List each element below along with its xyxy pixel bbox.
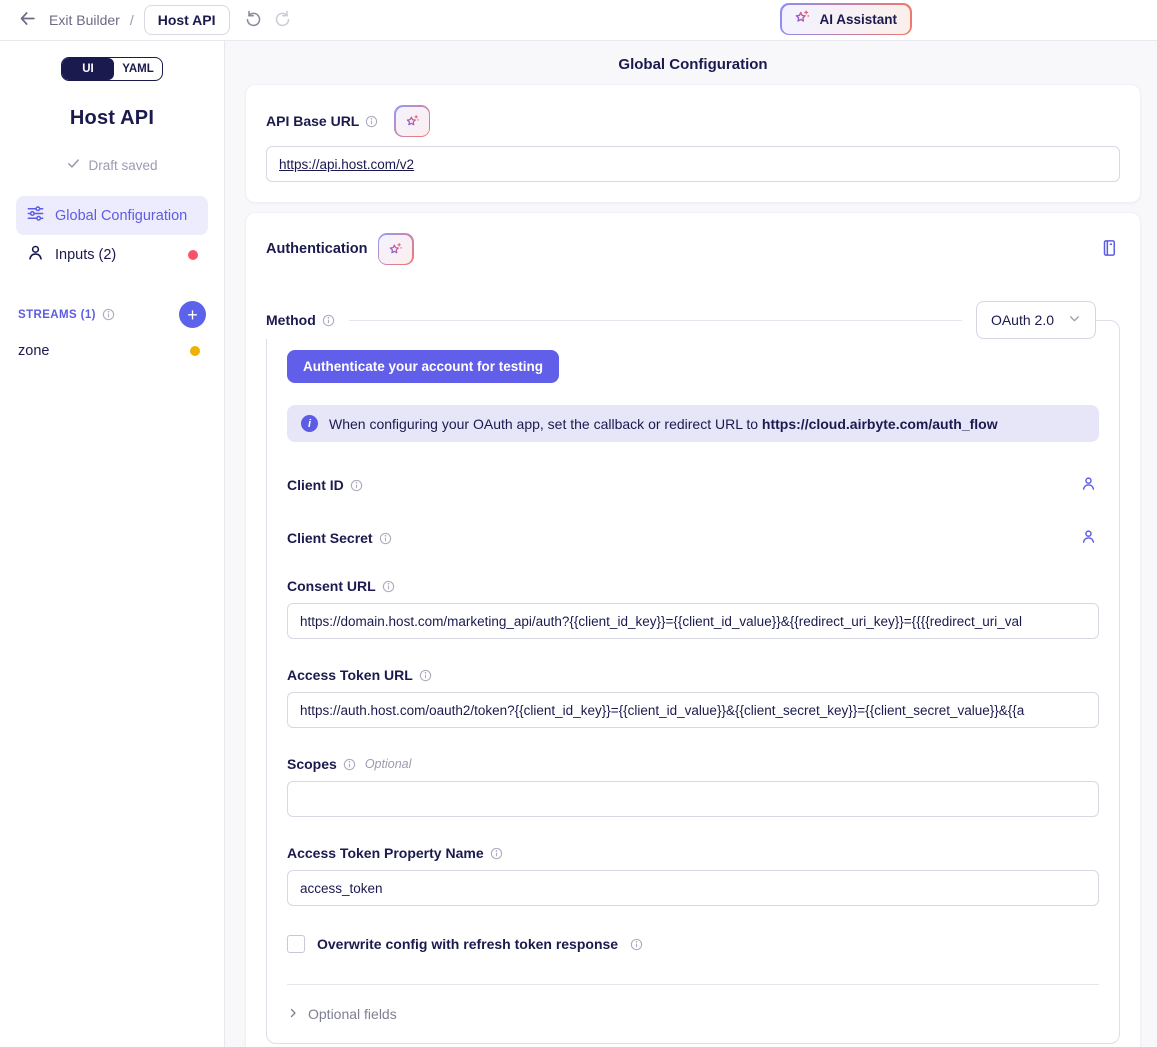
book-icon (1100, 246, 1118, 261)
consent-url-input[interactable] (287, 603, 1099, 639)
page-title: Global Configuration (245, 56, 1141, 73)
user-icon (1080, 480, 1097, 495)
info-icon[interactable] (102, 308, 115, 321)
ai-assistant-label: AI Assistant (820, 12, 898, 27)
sidebar-item-stream-zone[interactable]: zone (16, 343, 208, 359)
chevron-right-icon (287, 1006, 299, 1022)
optional-fields-expander[interactable]: Optional fields (287, 1006, 1099, 1022)
info-icon[interactable] (350, 479, 363, 492)
divider (287, 984, 1099, 985)
documentation-button[interactable] (1098, 236, 1120, 263)
authentication-section-label: Authentication (266, 241, 368, 257)
authenticate-button[interactable]: Authenticate your account for testing (287, 350, 559, 383)
info-icon[interactable] (490, 847, 503, 860)
plus-icon: + (187, 306, 198, 324)
api-base-url-input[interactable] (266, 146, 1120, 182)
method-label: Method (266, 312, 316, 328)
connector-name: Host API (158, 12, 216, 28)
client-secret-user-secret-button[interactable] (1078, 526, 1099, 550)
stream-label: zone (18, 343, 49, 359)
info-icon[interactable] (382, 580, 395, 593)
access-token-property-name-input[interactable] (287, 870, 1099, 906)
overwrite-config-label: Overwrite config with refresh token resp… (317, 936, 618, 952)
access-token-property-name-label: Access Token Property Name (287, 845, 484, 861)
info-icon[interactable] (419, 669, 432, 682)
toggle-yaml-option[interactable]: YAML (114, 58, 162, 80)
ai-sparkle-star-icon (379, 235, 412, 264)
authentication-card: Authentication Method (245, 212, 1141, 1047)
sidebar-item-inputs[interactable]: Inputs (2) (16, 235, 208, 274)
inputs-status-dot (188, 250, 198, 260)
stream-status-dot (190, 346, 200, 356)
client-id-user-secret-button[interactable] (1078, 473, 1099, 497)
top-bar: Exit Builder / Host API AI Assistant (0, 0, 1157, 41)
ai-assist-field-button[interactable] (394, 105, 430, 137)
ai-assist-auth-button[interactable] (378, 233, 414, 265)
oauth-config-panel: Authenticate your account for testing i … (266, 320, 1120, 1044)
main-content: Global Configuration API Base URL Authen… (225, 41, 1157, 1047)
user-icon (26, 243, 45, 266)
sidebar-ui-yaml-toggle[interactable]: UI YAML (61, 57, 163, 81)
chevron-down-icon (1068, 312, 1081, 328)
info-filled-icon: i (301, 415, 318, 432)
optional-fields-label: Optional fields (308, 1006, 397, 1022)
redo-button[interactable] (271, 7, 294, 33)
connector-name-input[interactable]: Host API (144, 5, 230, 35)
scopes-label: Scopes (287, 756, 337, 772)
streams-section-label: STREAMS (1) (18, 309, 96, 321)
undo-icon (244, 9, 263, 31)
save-status: Draft saved (16, 156, 208, 174)
back-button[interactable] (16, 7, 39, 33)
auth-method-value: OAuth 2.0 (991, 312, 1054, 328)
scopes-input[interactable] (287, 781, 1099, 817)
callback-info-text: When configuring your OAuth app, set the… (329, 416, 998, 432)
sliders-icon (26, 204, 45, 227)
sidebar-item-global-configuration[interactable]: Global Configuration (16, 196, 208, 235)
user-icon (1080, 533, 1097, 548)
auth-method-dropdown[interactable]: OAuth 2.0 (976, 301, 1096, 339)
add-stream-button[interactable]: + (179, 301, 206, 328)
info-icon[interactable] (322, 314, 335, 327)
access-token-url-label: Access Token URL (287, 667, 413, 683)
ai-sparkle-star-icon (792, 8, 812, 31)
consent-url-label: Consent URL (287, 578, 376, 594)
client-secret-label: Client Secret (287, 530, 373, 546)
info-icon[interactable] (343, 758, 356, 771)
api-base-url-label: API Base URL (266, 113, 359, 129)
info-icon[interactable] (379, 532, 392, 545)
toggle-ui-option[interactable]: UI (62, 58, 114, 80)
client-id-label: Client ID (287, 477, 344, 493)
access-token-url-input[interactable] (287, 692, 1099, 728)
scopes-optional-tag: Optional (365, 757, 412, 771)
ai-assistant-button[interactable]: AI Assistant (780, 3, 912, 35)
arrow-left-icon (18, 9, 37, 31)
callback-url: https://cloud.airbyte.com/auth_flow (762, 416, 998, 432)
exit-builder-link[interactable]: Exit Builder (49, 12, 120, 28)
connector-title: Host API (16, 107, 208, 130)
divider (349, 320, 962, 321)
breadcrumb-separator: / (130, 12, 134, 28)
ai-sparkle-star-icon (396, 107, 429, 136)
sidebar-item-label: Inputs (2) (55, 247, 116, 263)
info-icon[interactable] (630, 938, 643, 951)
callback-info-banner: i When configuring your OAuth app, set t… (287, 405, 1099, 442)
sidebar: UI YAML Host API Draft saved Global Conf… (0, 41, 225, 1047)
sidebar-item-label: Global Configuration (55, 208, 187, 224)
save-status-label: Draft saved (88, 158, 157, 173)
info-icon[interactable] (365, 115, 378, 128)
redo-icon (273, 9, 292, 31)
overwrite-config-checkbox[interactable] (287, 935, 305, 953)
api-base-url-card: API Base URL (245, 84, 1141, 203)
check-icon (66, 156, 81, 174)
undo-button[interactable] (242, 7, 265, 33)
